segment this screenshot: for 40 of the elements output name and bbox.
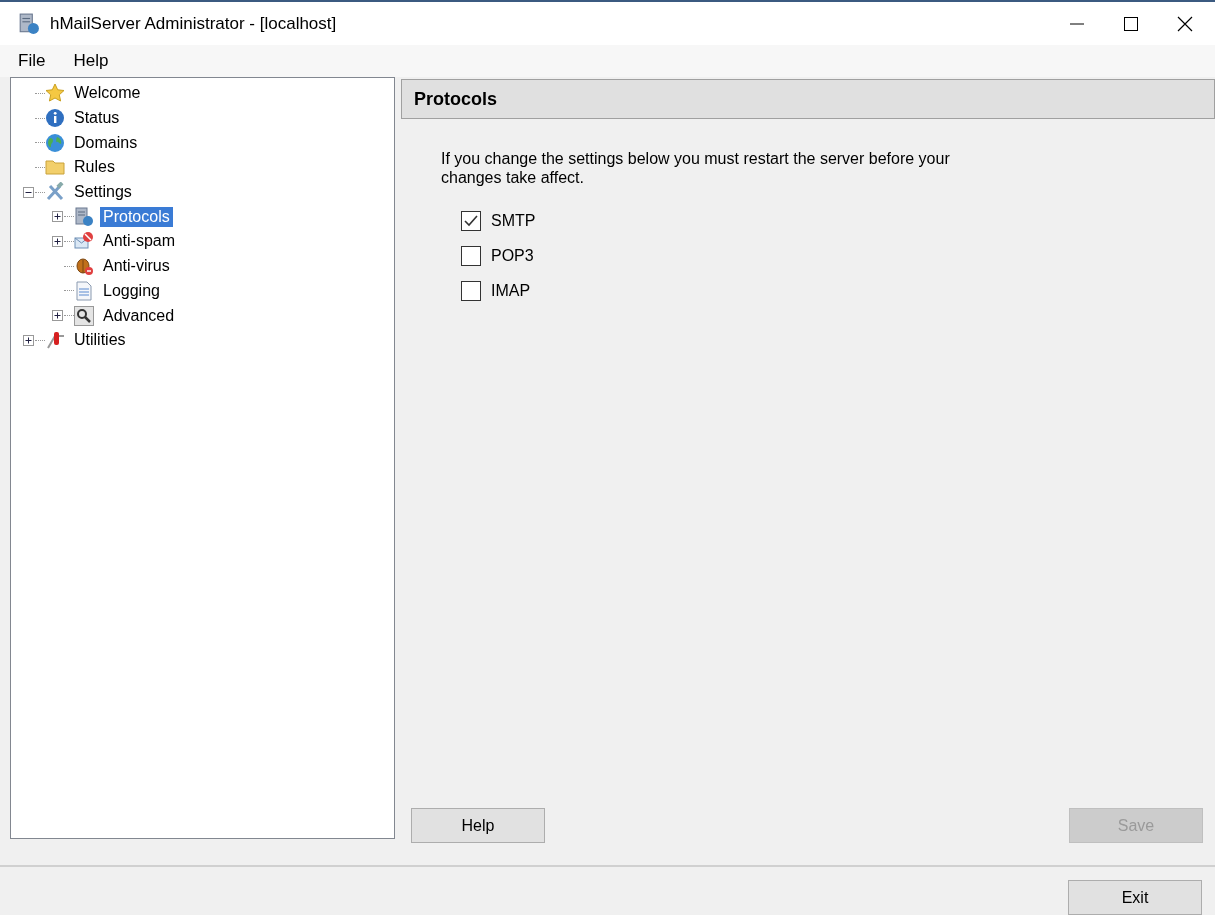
tree-item[interactable]: Settings — [71, 182, 135, 203]
expander-icon[interactable] — [52, 310, 63, 322]
checkbox[interactable] — [461, 210, 481, 231]
checkbox[interactable] — [461, 245, 481, 266]
window-title: hMailServer Administrator - [localhost] — [50, 13, 337, 34]
tools-icon — [45, 182, 65, 203]
tree-item[interactable]: Rules — [71, 157, 118, 178]
globe-icon — [45, 132, 65, 153]
server-icon — [74, 206, 94, 227]
folder-icon — [45, 157, 65, 178]
info-icon — [45, 108, 65, 129]
expander-icon[interactable] — [52, 235, 63, 247]
tree-item[interactable]: Advanced — [100, 305, 178, 326]
expander-icon[interactable] — [52, 211, 63, 223]
expander-icon[interactable] — [23, 334, 34, 346]
exit-button[interactable]: Exit — [1068, 880, 1202, 915]
tree-item[interactable]: Utilities — [71, 330, 129, 351]
tree-item[interactable]: Protocols — [100, 206, 173, 227]
star-icon — [45, 83, 65, 104]
tree-item[interactable]: Status — [71, 108, 123, 129]
checkbox-label[interactable]: IMAP — [491, 281, 531, 300]
expander-icon[interactable] — [23, 186, 34, 198]
checkbox[interactable] — [461, 280, 481, 301]
tree-item[interactable]: Domains — [71, 132, 141, 153]
tree-item[interactable]: Anti-virus — [100, 256, 173, 277]
bug-icon — [74, 256, 94, 277]
pocket-knife-icon — [45, 330, 65, 351]
checkbox-label[interactable]: POP3 — [491, 246, 534, 265]
checkbox-label[interactable]: SMTP — [491, 211, 536, 230]
app-icon — [18, 12, 40, 35]
menu-item[interactable]: File — [18, 51, 46, 71]
tree-item[interactable]: Logging — [100, 280, 163, 301]
panel-title: Protocols — [414, 88, 497, 110]
tree-item[interactable]: Anti-spam — [100, 231, 179, 252]
document-icon — [74, 280, 94, 301]
panel-button[interactable]: Help — [411, 808, 545, 843]
mail-blocked-icon — [74, 231, 94, 252]
tree-item[interactable]: Welcome — [71, 83, 144, 104]
restart-note: If you change the settings below you must restart the server before your changes take affect. — [441, 149, 951, 187]
menu-item[interactable]: Help — [73, 51, 109, 71]
